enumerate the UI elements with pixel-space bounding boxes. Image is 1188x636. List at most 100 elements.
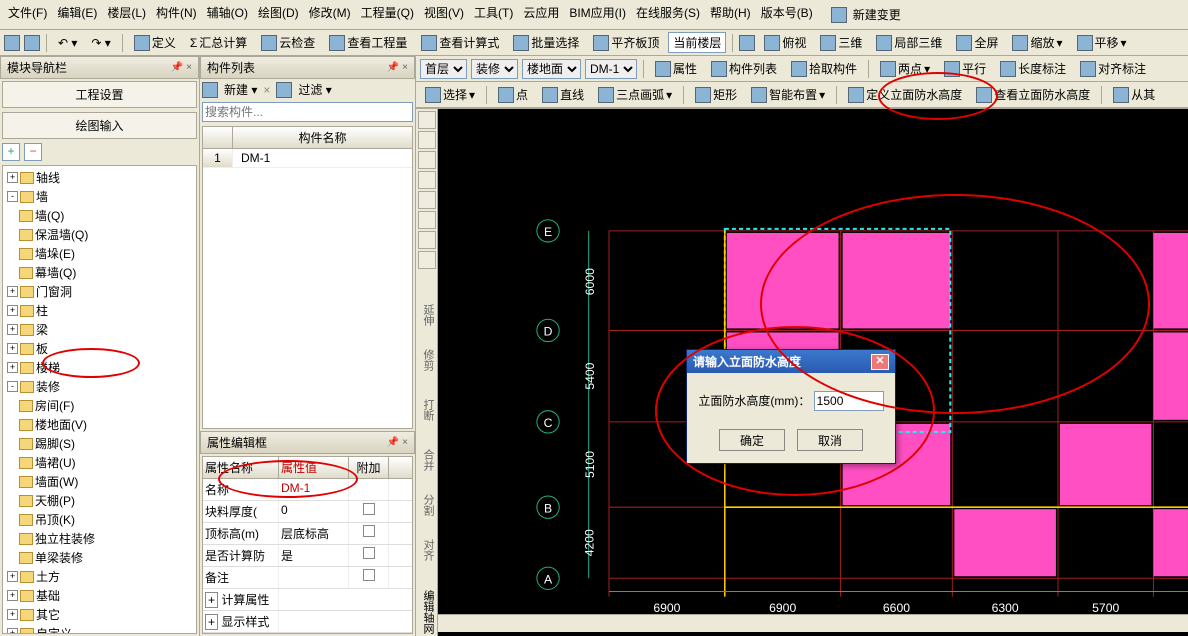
redo-button[interactable]: ↷ ▾ [86, 34, 115, 52]
floor-select[interactable]: 首层 [420, 59, 467, 79]
search-input[interactable] [202, 102, 413, 122]
local-3d-button[interactable]: 局部三维 [871, 32, 947, 53]
tree-item[interactable]: +其它 [5, 605, 194, 624]
si-rotate-icon[interactable] [418, 171, 436, 189]
zoom-button[interactable]: 缩放 ▾ [1007, 32, 1067, 53]
menu-component[interactable]: 构件(N) [152, 2, 201, 27]
tree-item[interactable]: +基础 [5, 586, 194, 605]
arc-button[interactable]: 三点画弧 ▾ [593, 84, 677, 105]
pin-icon[interactable]: 📌 × [171, 62, 192, 73]
component-grid[interactable]: 构件名称 1DM-1 [202, 126, 413, 429]
vtext-split[interactable]: 分割 [420, 494, 436, 516]
menu-version[interactable]: 版本号(B) [757, 2, 817, 27]
save-icon[interactable] [24, 35, 40, 51]
tree-item[interactable]: 独立柱装修 [5, 529, 194, 548]
draw-input-button[interactable]: 绘图输入 [2, 112, 197, 139]
new-component-button[interactable]: 新建 ▾ [224, 81, 257, 98]
from-other-button[interactable]: 从其 [1108, 84, 1160, 105]
tree-item[interactable]: 幕墙(Q) [5, 263, 194, 282]
si-offset-icon[interactable] [418, 191, 436, 209]
vtext-merge[interactable]: 合并 [420, 449, 436, 471]
show-property-button[interactable]: 属性 [650, 58, 702, 79]
length-dim-button[interactable]: 长度标注 [995, 58, 1071, 79]
doc-icon[interactable] [202, 82, 218, 98]
rect-button[interactable]: 矩形 [690, 84, 742, 105]
filter-icon[interactable] [276, 82, 292, 98]
project-settings-button[interactable]: 工程设置 [2, 81, 197, 108]
pick-component-button[interactable]: 拾取构件 [786, 58, 862, 79]
view-qty-button[interactable]: 查看工程量 [324, 32, 412, 53]
sum-button[interactable]: Σ 汇总计算 [185, 32, 252, 53]
calc-props-expand[interactable]: 计算属性 [221, 593, 269, 607]
filter-button[interactable]: 过滤 ▾ [298, 81, 331, 98]
tree-item[interactable]: 房间(F) [5, 396, 194, 415]
menu-modify[interactable]: 修改(M) [305, 2, 355, 27]
vtext-trim[interactable]: 修剪 [420, 349, 436, 371]
top-view-button[interactable]: 俯视 [759, 32, 811, 53]
menu-aux[interactable]: 辅轴(O) [203, 2, 252, 27]
cloud-check-button[interactable]: 云检查 [256, 32, 320, 53]
menu-qty[interactable]: 工程量(Q) [357, 2, 418, 27]
pin-icon[interactable]: 📌 × [387, 437, 408, 448]
3d-button[interactable]: 三维 [815, 32, 867, 53]
tree-item[interactable]: +楼梯 [5, 358, 194, 377]
menu-help[interactable]: 帮助(H) [706, 2, 755, 27]
si-mirror-icon[interactable] [418, 151, 436, 169]
tree-item[interactable]: +梁 [5, 320, 194, 339]
vtext-extend[interactable]: 延伸 [420, 304, 436, 326]
tree-item[interactable]: +门窗洞 [5, 282, 194, 301]
si-copy-icon[interactable] [418, 131, 436, 149]
expand-all-button[interactable]: + [2, 143, 20, 161]
fullscreen-button[interactable]: 全屏 [951, 32, 1003, 53]
pan-button[interactable]: 平移 ▾ [1072, 32, 1132, 53]
si-other-icon[interactable] [418, 251, 436, 269]
view-waterproof-button[interactable]: 查看立面防水高度 [971, 84, 1095, 105]
define-waterproof-button[interactable]: 定义立面防水高度 [843, 84, 967, 105]
si-break-icon[interactable] [418, 231, 436, 249]
vtext-break[interactable]: 打断 [420, 399, 436, 421]
define-button[interactable]: 定义 [129, 32, 181, 53]
menu-edit[interactable]: 编辑(E) [53, 2, 101, 27]
line-button[interactable]: 直线 [537, 84, 589, 105]
open-icon[interactable] [4, 35, 20, 51]
side-text-axis[interactable]: 编辑轴网 [420, 590, 436, 634]
row-name[interactable]: DM-1 [233, 149, 412, 167]
tree-item[interactable]: +自定义 [5, 624, 194, 634]
dialog-close-button[interactable]: ✕ [871, 354, 889, 370]
parallel-button[interactable]: 平行 [939, 58, 991, 79]
two-point-button[interactable]: 两点 ▾ [875, 58, 935, 79]
align-top-button[interactable]: 平齐板顶 [588, 32, 664, 53]
si-move-icon[interactable] [418, 111, 436, 129]
smart-button[interactable]: 智能布置 ▾ [746, 84, 830, 105]
tree-item[interactable]: 墙面(W) [5, 472, 194, 491]
new-change-button[interactable]: 新建变更 [827, 2, 909, 27]
waterproof-height-input[interactable] [814, 391, 884, 411]
tree-item[interactable]: 保温墙(Q) [5, 225, 194, 244]
type-select[interactable]: 楼地面 [522, 59, 581, 79]
tree-item[interactable]: 踢脚(S) [5, 434, 194, 453]
cancel-button[interactable]: 取消 [797, 429, 863, 451]
menu-bim[interactable]: BIM应用(I) [565, 2, 630, 27]
tree-item[interactable]: +板 [5, 339, 194, 358]
point-button[interactable]: 点 [493, 84, 533, 105]
tree-item[interactable]: +轴线 [5, 168, 194, 187]
select-button[interactable]: 选择 ▾ [420, 84, 480, 105]
align-dim-button[interactable]: 对齐标注 [1075, 58, 1151, 79]
category-select[interactable]: 装修 [471, 59, 518, 79]
tree-item[interactable]: 楼地面(V) [5, 415, 194, 434]
si-extend-icon[interactable] [418, 211, 436, 229]
tree-item[interactable]: -装修 [5, 377, 194, 396]
tree-item[interactable]: +柱 [5, 301, 194, 320]
batch-select-button[interactable]: 批量选择 [508, 32, 584, 53]
undo-button[interactable]: ↶ ▾ [53, 34, 82, 52]
drawing-canvas[interactable]: 延伸 修剪 打断 合并 分割 对齐 编辑轴网 [416, 109, 1188, 636]
view-calc-button[interactable]: 查看计算式 [416, 32, 504, 53]
tree-item[interactable]: 墙垛(E) [5, 244, 194, 263]
tree-item[interactable]: 墙裙(U) [5, 453, 194, 472]
display-style-expand[interactable]: 显示样式 [221, 615, 269, 629]
tree-item[interactable]: 单梁装修 [5, 548, 194, 567]
show-list-button[interactable]: 构件列表 [706, 58, 782, 79]
collapse-all-button[interactable]: − [24, 143, 42, 161]
menu-online[interactable]: 在线服务(S) [632, 2, 704, 27]
tree-item[interactable]: 天棚(P) [5, 491, 194, 510]
